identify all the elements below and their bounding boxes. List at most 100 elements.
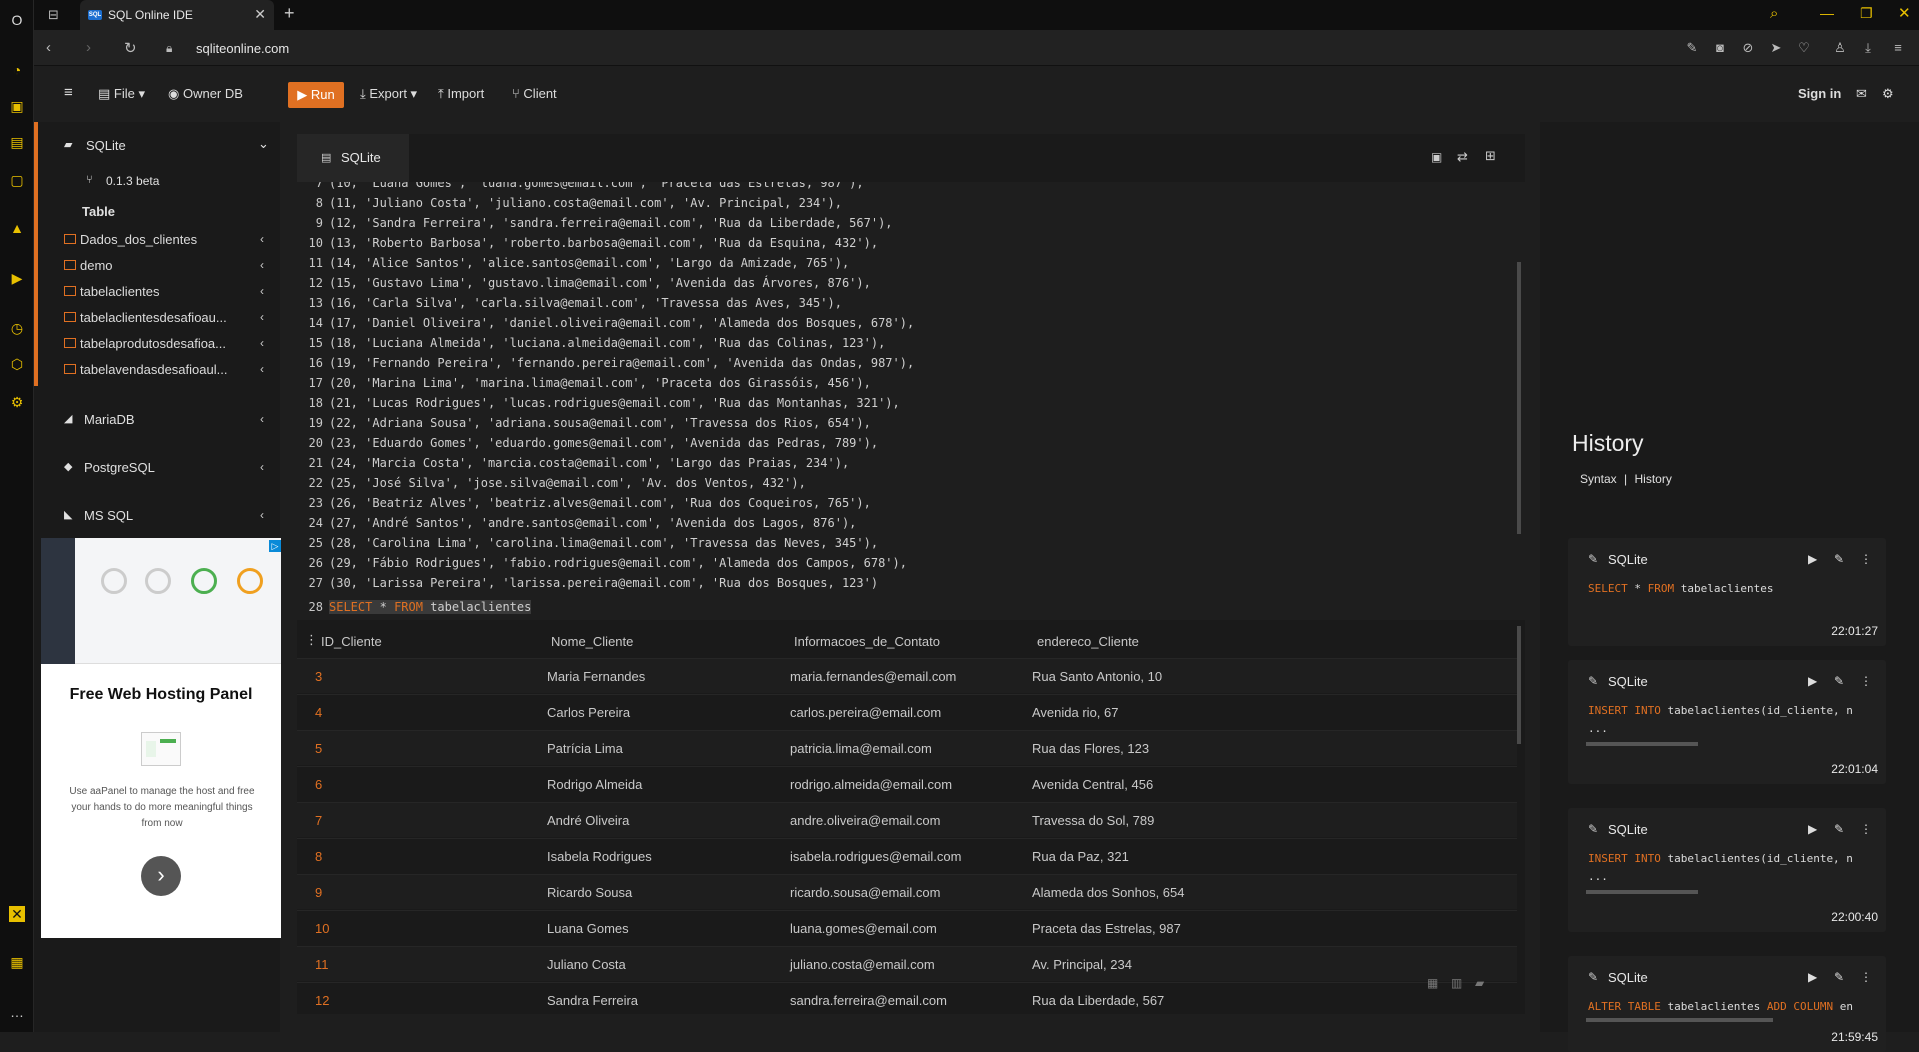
back-icon[interactable]: ‹: [46, 39, 51, 56]
edit-query-icon[interactable]: ✎: [1834, 970, 1844, 984]
run-query-icon[interactable]: ▶: [1808, 970, 1817, 984]
mariadb-section[interactable]: MariaDB: [84, 412, 135, 427]
more-options-icon[interactable]: ⋮: [1860, 970, 1872, 984]
chevron-down-icon[interactable]: ⌄: [258, 136, 269, 152]
more-options-icon[interactable]: ⋮: [1860, 822, 1872, 836]
edit-page-icon[interactable]: ✎: [1684, 40, 1700, 56]
chevron-left-icon[interactable]: ‹: [260, 460, 264, 474]
table-row[interactable]: 4 Carlos Pereira carlos.pereira@email.com A…: [297, 694, 1517, 729]
send-icon[interactable]: ➤: [1768, 40, 1784, 56]
sign-in-link[interactable]: Sign in: [1798, 86, 1841, 101]
ad-next-button[interactable]: ›: [141, 856, 181, 896]
aria-icon[interactable]: ▲: [9, 220, 25, 236]
new-tab-icon[interactable]: +: [284, 3, 295, 24]
save-icon[interactable]: ▣: [1431, 150, 1442, 164]
restore-icon[interactable]: ❐: [1860, 5, 1873, 22]
edit-query-icon[interactable]: ✎: [1834, 822, 1844, 836]
table-row[interactable]: 3 Maria Fernandes maria.fernandes@email.co…: [297, 658, 1517, 693]
sql-code-editor[interactable]: 7 (10, 'Luana Gomes', 'luana.gomes@email.…: [297, 182, 1525, 614]
file-menu[interactable]: ▤ File ▾: [98, 86, 145, 102]
sidebar-table-item[interactable]: Dados_dos_clientes: [80, 232, 230, 247]
column-header[interactable]: Nome_Cliente: [551, 634, 633, 649]
edit-query-icon[interactable]: ✎: [1834, 552, 1844, 566]
reload-icon[interactable]: ↻: [124, 39, 137, 57]
bookmark-heart-icon[interactable]: ♡: [1796, 40, 1812, 56]
forward-icon[interactable]: ›: [86, 39, 91, 56]
shopping-icon[interactable]: ▣: [9, 98, 25, 114]
snapshot-icon[interactable]: ◙: [1712, 40, 1728, 56]
export-menu[interactable]: ⤓ Export ▾: [360, 86, 417, 102]
close-tab-icon[interactable]: ✕: [254, 6, 266, 23]
sync-icon[interactable]: ⇄: [1457, 149, 1468, 165]
run-button[interactable]: ▶ Run: [288, 82, 344, 108]
tab-syntax[interactable]: Syntax: [1580, 472, 1617, 486]
settings-icon[interactable]: ⚙: [9, 394, 25, 410]
settings-gear-icon[interactable]: ⚙: [1882, 86, 1894, 102]
column-header[interactable]: Informacoes_de_Contato: [794, 634, 940, 649]
history-item[interactable]: ✎ SQLite ▶ ✎ ⋮ ALTER TABLE tabelaclientes ADD…: [1568, 956, 1886, 1052]
sidebar-table-item[interactable]: demo: [80, 258, 230, 273]
gamepad-icon[interactable]: ⊟: [48, 7, 59, 23]
run-query-icon[interactable]: ▶: [1808, 822, 1817, 836]
chevron-left-icon[interactable]: ‹: [260, 508, 264, 522]
run-query-icon[interactable]: ▶: [1808, 552, 1817, 566]
twitch-icon[interactable]: ▤: [9, 134, 25, 150]
minimize-icon[interactable]: —: [1820, 5, 1834, 21]
search-tabs-icon[interactable]: ⌕: [1770, 5, 1778, 22]
adchoices-icon[interactable]: ▷: [269, 540, 281, 552]
table-row[interactable]: 12 Sandra Ferreira sandra.ferreira@email.c…: [297, 982, 1517, 1017]
sqlite-section[interactable]: SQLite: [86, 138, 126, 153]
history-item[interactable]: ✎ SQLite ▶ ✎ ⋮ INSERT INTO tabelaclientes(id_…: [1568, 808, 1886, 932]
table-row[interactable]: 5 Patrícia Lima patricia.lima@email.com Rua…: [297, 730, 1517, 765]
chevron-left-icon[interactable]: ‹: [260, 362, 264, 376]
mssql-section[interactable]: MS SQL: [84, 508, 133, 523]
history-item[interactable]: ✎ SQLite ▶ ✎ ⋮ SELECT * FROM tabelaclientes 22…: [1568, 538, 1886, 646]
sidebar-table-item[interactable]: tabelaclientesdesafioau...: [80, 310, 230, 325]
postgresql-section[interactable]: PostgreSQL: [84, 460, 155, 475]
add-tab-icon[interactable]: ⊞: [1485, 148, 1496, 164]
column-header[interactable]: endereco_Cliente: [1037, 634, 1139, 649]
sidebar-table-item[interactable]: tabelavendasdesafioaul...: [80, 362, 230, 377]
player-icon[interactable]: ▶: [9, 270, 25, 286]
results-scrollbar[interactable]: [1517, 626, 1521, 744]
mail-icon[interactable]: ✉: [1856, 86, 1867, 102]
text-view-icon[interactable]: ▰: [1475, 976, 1484, 990]
browser-tab[interactable]: SQL SQL Online IDE ✕: [80, 0, 274, 30]
chevron-left-icon[interactable]: ‹: [260, 232, 264, 246]
import-button[interactable]: ⤒ Import: [438, 86, 484, 102]
run-query-icon[interactable]: ▶: [1808, 674, 1817, 688]
chevron-left-icon[interactable]: ‹: [260, 258, 264, 272]
chevron-left-icon[interactable]: ‹: [260, 412, 264, 426]
client-button[interactable]: ⑂ Client: [512, 86, 557, 101]
sidebar-table-item[interactable]: tabelaclientes: [80, 284, 230, 299]
table-row[interactable]: 7 André Oliveira andre.oliveira@email.com T…: [297, 802, 1517, 837]
history-icon[interactable]: ◷: [9, 320, 25, 336]
tab-history[interactable]: History: [1635, 472, 1672, 486]
chevron-left-icon[interactable]: ‹: [260, 284, 264, 298]
more-options-icon[interactable]: ⋮: [1860, 674, 1872, 688]
profile-icon[interactable]: ♙: [1832, 40, 1848, 56]
adblock-icon[interactable]: ⊘: [1740, 40, 1756, 56]
download-icon[interactable]: ⤓: [1860, 40, 1876, 56]
table-row[interactable]: 11 Juliano Costa juliano.costa@email.com Av…: [297, 946, 1517, 981]
speed-dial-icon[interactable]: ◔: [9, 62, 25, 78]
opera-logo-icon[interactable]: O: [9, 12, 25, 28]
gallery-icon[interactable]: ▦: [9, 954, 25, 970]
chevron-left-icon[interactable]: ‹: [260, 310, 264, 324]
owner-db-button[interactable]: ◉ Owner DB: [168, 86, 243, 102]
chevron-left-icon[interactable]: ‹: [260, 336, 264, 350]
table-row[interactable]: 6 Rodrigo Almeida rodrigo.almeida@email.co…: [297, 766, 1517, 801]
grid-view-icon[interactable]: ▦: [1427, 976, 1438, 990]
more-icon[interactable]: …: [9, 1004, 25, 1020]
url-field[interactable]: sqliteonline.com: [196, 41, 289, 56]
workspace-icon[interactable]: ▢: [9, 172, 25, 188]
column-menu-icon[interactable]: ⋮: [305, 632, 318, 648]
chart-view-icon[interactable]: ▥: [1451, 976, 1462, 990]
editor-scrollbar[interactable]: [1517, 262, 1521, 534]
sidebar-table-item[interactable]: tabelaprodutosdesafioa...: [80, 336, 230, 351]
game-icon[interactable]: ✕: [9, 906, 25, 922]
hamburger-icon[interactable]: ≡: [64, 84, 73, 101]
advertisement[interactable]: ▷ Free Web Hosting Panel Use aaPanel to …: [41, 538, 281, 938]
menu-icon[interactable]: ≡: [1890, 40, 1906, 56]
table-row[interactable]: 9 Ricardo Sousa ricardo.sousa@email.com Ala…: [297, 874, 1517, 909]
